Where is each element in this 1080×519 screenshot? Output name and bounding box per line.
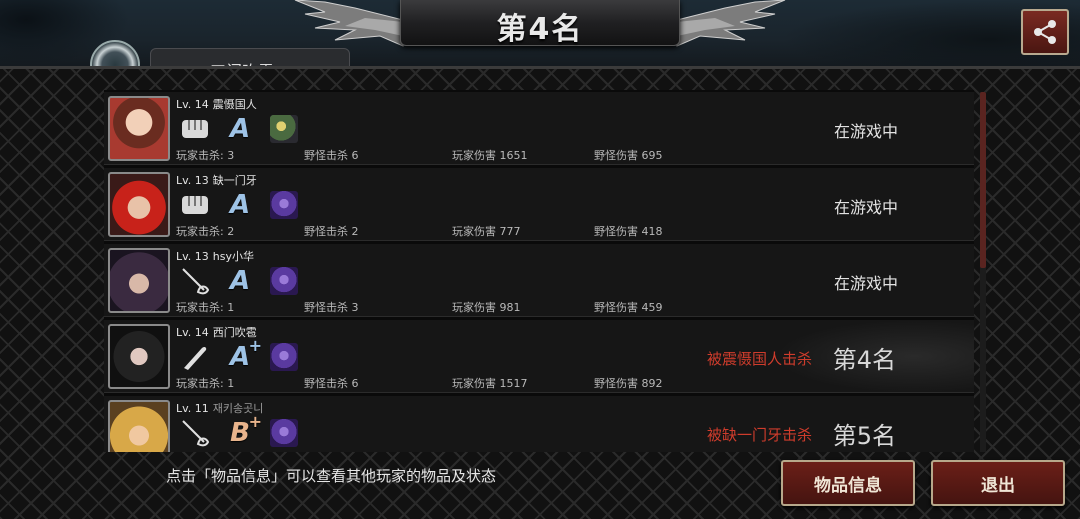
player-level: Lv. 14 bbox=[176, 326, 209, 339]
pet-bird-icon[interactable] bbox=[270, 115, 298, 143]
player-row[interactable]: Lv. 14 西门吹雹 A + 玩家击杀: 1 野怪击杀 6 玩家伤害 1517 野… bbox=[104, 320, 974, 393]
status-text: 在游戏中 bbox=[833, 122, 898, 141]
player-row[interactable]: Lv. 11 재키송곳니 B + 被缺一门牙击杀 第5名 bbox=[104, 396, 974, 452]
rank-text: 第4名 bbox=[832, 346, 896, 374]
monster-kills: 野怪击杀 3 bbox=[304, 301, 359, 314]
status-text: 在游戏中 bbox=[833, 274, 898, 293]
player-kills: 玩家击杀: 3 bbox=[176, 149, 235, 162]
share-button[interactable] bbox=[1021, 9, 1069, 55]
grade-badge: B + bbox=[230, 412, 262, 448]
player-avatar bbox=[108, 248, 170, 313]
status-text: 在游戏中 bbox=[833, 198, 898, 217]
player-name-line: Lv. 14 震慑国人 bbox=[176, 96, 257, 112]
page-title: 第4名 bbox=[496, 12, 584, 47]
pet-wolf-icon[interactable] bbox=[270, 267, 298, 295]
player-damage: 玩家伤害 981 bbox=[452, 301, 521, 314]
player-list[interactable]: Lv. 14 震慑国人 A 玩家击杀: 3 野怪击杀 6 玩家伤害 1651 野怪… bbox=[104, 90, 974, 452]
monster-damage: 野怪伤害 459 bbox=[594, 301, 663, 314]
player-damage: 玩家伤害 1651 bbox=[452, 149, 528, 162]
fist-icon[interactable] bbox=[180, 190, 210, 220]
player-damage: 玩家伤害 1517 bbox=[452, 377, 528, 390]
monster-kills: 野怪击杀 2 bbox=[304, 225, 359, 238]
player-kills: 玩家击杀: 2 bbox=[176, 225, 235, 238]
grade-badge: A + bbox=[229, 336, 262, 372]
player-avatar bbox=[108, 172, 170, 237]
monster-damage: 野怪伤害 695 bbox=[594, 149, 663, 162]
grade-badge: A bbox=[229, 266, 251, 296]
player-avatar bbox=[108, 324, 170, 389]
bat-icon[interactable] bbox=[180, 342, 210, 372]
player-level: Lv. 13 bbox=[176, 250, 209, 263]
fist-icon[interactable] bbox=[180, 114, 210, 144]
grade-badge: A bbox=[229, 114, 251, 144]
item-info-button[interactable]: 物品信息 bbox=[781, 460, 915, 506]
player-row[interactable]: Lv. 14 震慑国人 A 玩家击杀: 3 野怪击杀 6 玩家伤害 1651 野怪… bbox=[104, 92, 974, 165]
player-name: 震慑国人 bbox=[212, 98, 257, 111]
right-wing-ornament-icon bbox=[676, 0, 786, 47]
exit-button[interactable]: 退出 bbox=[931, 460, 1065, 506]
monster-kills: 野怪击杀 6 bbox=[304, 149, 359, 162]
player-kills: 玩家击杀: 1 bbox=[176, 377, 235, 390]
player-name-line: Lv. 13 hsy小华 bbox=[176, 248, 254, 264]
player-level: Lv. 11 bbox=[176, 402, 209, 415]
player-avatar bbox=[108, 400, 170, 452]
rapier-icon[interactable] bbox=[180, 418, 210, 448]
rank-text: 第5名 bbox=[832, 422, 896, 450]
player-damage: 玩家伤害 777 bbox=[452, 225, 521, 238]
player-row[interactable]: Lv. 13 hsy小华 A 玩家击杀: 1 野怪击杀 3 玩家伤害 981 野怪… bbox=[104, 244, 974, 317]
player-name-line: Lv. 13 缺一门牙 bbox=[176, 172, 257, 188]
pet-wolf-icon[interactable] bbox=[270, 191, 298, 219]
share-icon bbox=[1034, 20, 1056, 44]
player-name-line: Lv. 14 西门吹雹 bbox=[176, 324, 257, 340]
rapier-icon[interactable] bbox=[180, 266, 210, 296]
monster-kills: 野怪击杀 6 bbox=[304, 377, 359, 390]
killed-by-text: 被缺一门牙击杀 bbox=[706, 426, 812, 444]
player-row[interactable]: Lv. 13 缺一门牙 A 玩家击杀: 2 野怪击杀 2 玩家伤害 777 野怪伤… bbox=[104, 168, 974, 241]
player-kills: 玩家击杀: 1 bbox=[176, 301, 235, 314]
grade-badge: A bbox=[229, 190, 251, 220]
pet-wolf-icon[interactable] bbox=[270, 419, 298, 447]
player-level: Lv. 13 bbox=[176, 174, 209, 187]
player-avatar bbox=[108, 96, 170, 161]
monster-damage: 野怪伤害 892 bbox=[594, 377, 663, 390]
pet-wolf-icon[interactable] bbox=[270, 343, 298, 371]
scroll-thumb[interactable] bbox=[980, 92, 986, 268]
killed-by-text: 被震慑国人击杀 bbox=[706, 350, 812, 368]
player-name: 缺一门牙 bbox=[212, 174, 257, 187]
hint-text: 点击「物品信息」可以查看其他玩家的物品及状态 bbox=[166, 467, 497, 485]
player-name: hsy小华 bbox=[212, 250, 254, 263]
player-level: Lv. 14 bbox=[176, 98, 209, 111]
monster-damage: 野怪伤害 418 bbox=[594, 225, 663, 238]
